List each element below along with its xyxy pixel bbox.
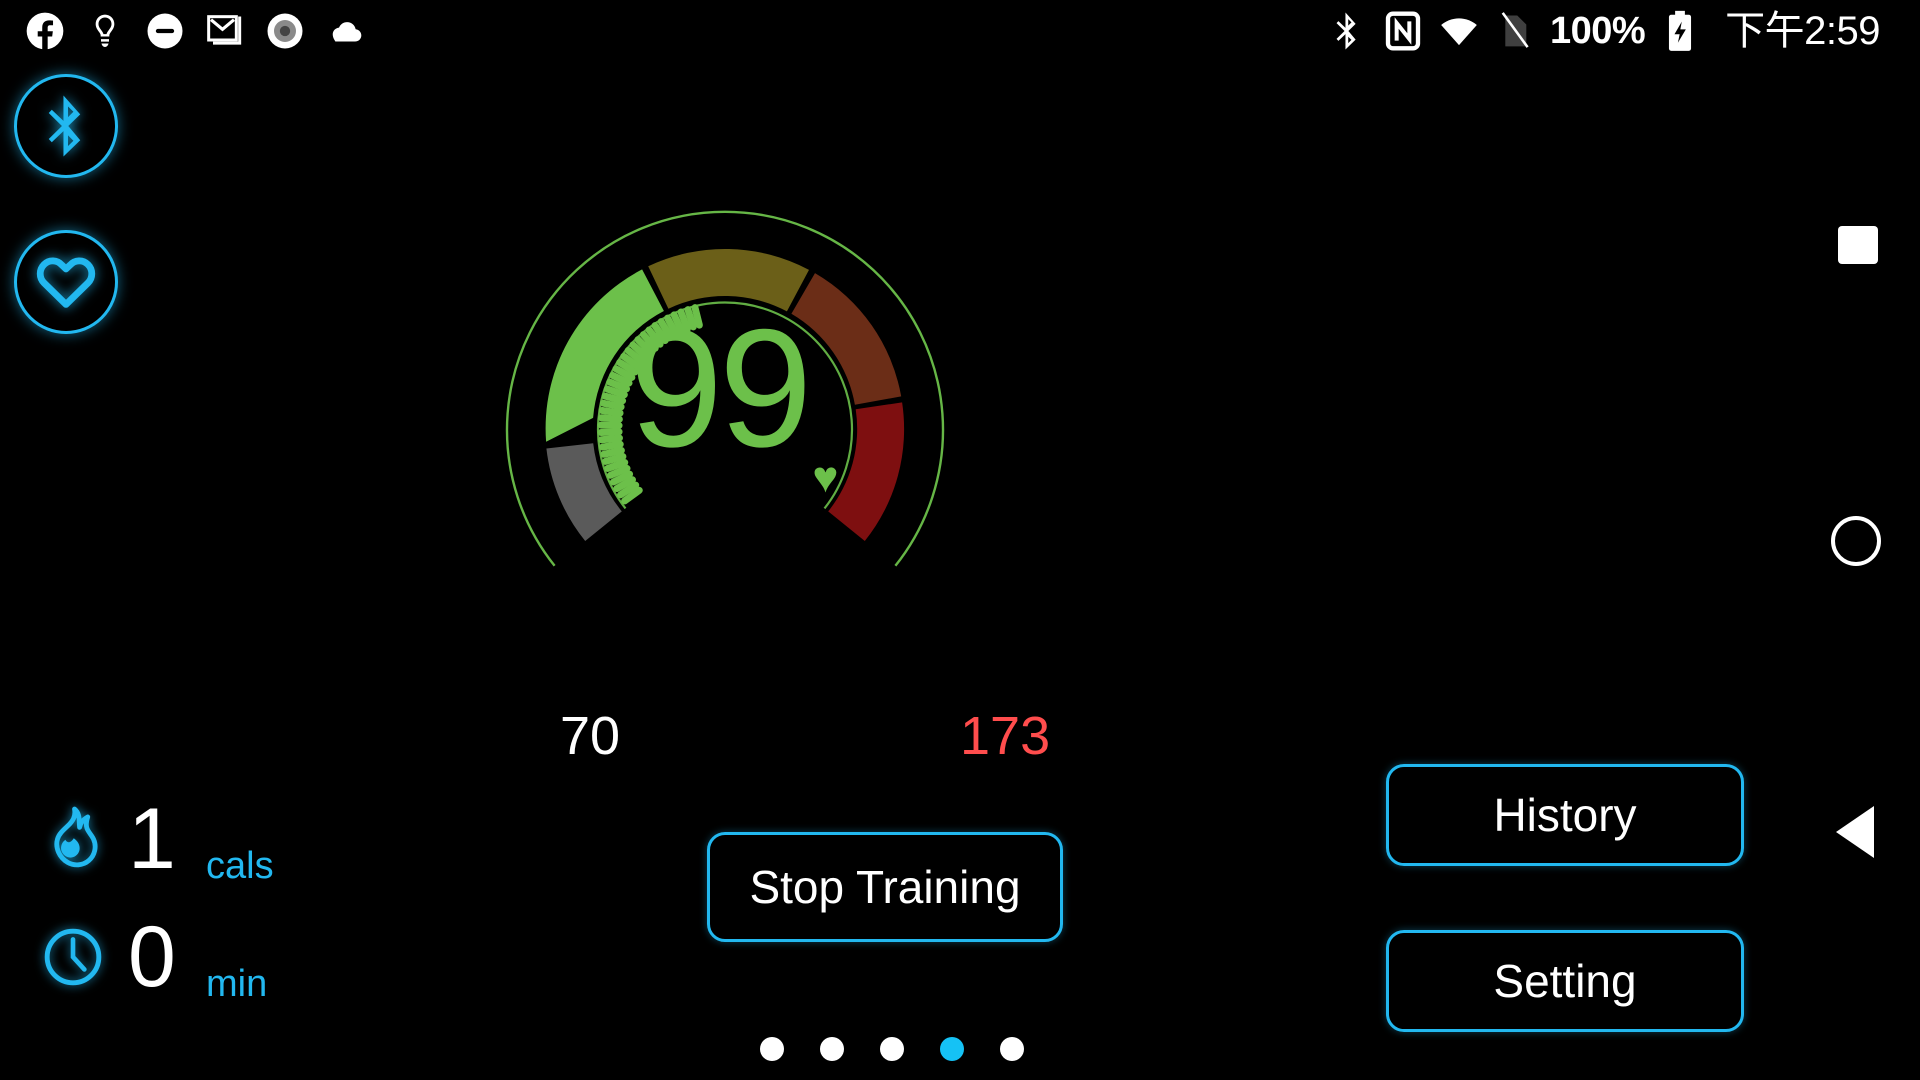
gauge-tick (602, 453, 627, 465)
heart-icon (35, 254, 97, 310)
android-navigation-bar (1800, 0, 1920, 1080)
gauge-zone-max (828, 402, 905, 541)
flame-icon (40, 806, 106, 872)
nfc-icon (1382, 10, 1424, 52)
page-indicator[interactable] (760, 1037, 1024, 1061)
gauge-tick (598, 434, 623, 444)
gauge-tick (598, 440, 624, 451)
gauge-tick (600, 446, 625, 458)
gauge-tick (600, 399, 625, 411)
battery-charging-icon (1659, 10, 1701, 52)
page-dot[interactable] (820, 1037, 844, 1061)
status-bar: 100% 下午2:59 (0, 0, 1920, 62)
stop-training-label: Stop Training (749, 861, 1021, 913)
gauge-tick (598, 406, 624, 417)
notification-icons (0, 10, 366, 52)
stop-training-button[interactable]: Stop Training (707, 832, 1063, 942)
left-rail (14, 74, 134, 386)
page-dot[interactable] (880, 1037, 904, 1061)
gmail-icon (204, 10, 246, 52)
home-button-icon[interactable] (1831, 516, 1881, 566)
duration-unit: min (206, 963, 268, 1005)
calories-value: 1 (128, 791, 176, 887)
page-dot[interactable] (940, 1037, 964, 1061)
wifi-icon (1438, 10, 1480, 52)
training-stats: 1 cals 0 min (40, 780, 274, 1016)
recents-button-icon[interactable] (1838, 226, 1878, 264)
gauge-inner-outline (596, 301, 854, 510)
back-button-icon[interactable] (1836, 806, 1874, 858)
record-icon (264, 10, 306, 52)
stat-duration: 0 min (40, 898, 274, 1016)
zone-min-label: 70 (560, 706, 621, 766)
history-button[interactable]: History (1386, 764, 1744, 866)
stat-calories: 1 cals (40, 780, 274, 898)
page-dot[interactable] (760, 1037, 784, 1061)
heart-rate-gauge: 99 ♥ (430, 128, 1020, 648)
history-label: History (1493, 789, 1637, 841)
bluetooth-icon (1326, 10, 1368, 52)
setting-label: Setting (1493, 955, 1637, 1007)
bluetooth-status-button[interactable] (14, 74, 118, 178)
calories-unit: cals (206, 845, 274, 887)
lightbulb-icon (84, 10, 126, 52)
no-sim-icon (1494, 10, 1536, 52)
setting-button[interactable]: Setting (1386, 930, 1744, 1032)
cloud-icon (324, 10, 366, 52)
duration-value: 0 (128, 909, 176, 1005)
clock-icon (40, 924, 106, 990)
gauge-tick (597, 428, 623, 436)
do-not-disturb-icon (144, 10, 186, 52)
page-dot[interactable] (1000, 1037, 1024, 1061)
gauge-tick (597, 414, 623, 423)
gauge-zone-peak (791, 273, 902, 405)
heart-rate-button[interactable] (14, 230, 118, 334)
facebook-icon (24, 10, 66, 52)
gauge-tick (691, 304, 703, 329)
battery-percent: 100% (1549, 10, 1646, 52)
bluetooth-icon (38, 93, 94, 159)
zone-max-label: 173 (960, 706, 1051, 766)
